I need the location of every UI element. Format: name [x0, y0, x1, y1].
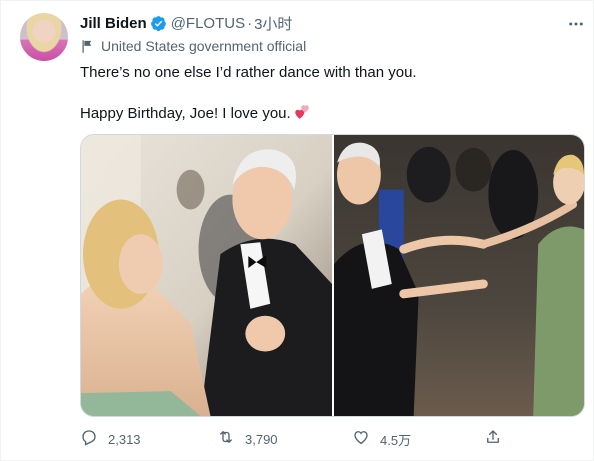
heart-icon [352, 428, 370, 451]
tweet-text-line: There’s no one else I’d rather dance wit… [80, 64, 417, 81]
share-icon [484, 428, 502, 451]
action-bar: 2,313 3,790 4.5万 [80, 427, 510, 451]
media-grid [80, 134, 585, 417]
photo-dancing-crowd[interactable] [334, 135, 584, 416]
like-count: 4.5万 [380, 432, 412, 448]
tweet-text: There’s no one else I’d rather dance wit… [80, 63, 570, 123]
photo-dancing-couple[interactable] [81, 135, 332, 416]
author-display-name[interactable]: Jill Biden [80, 15, 147, 32]
share-button[interactable] [484, 427, 502, 451]
reply-count: 2,313 [108, 431, 141, 447]
affiliation-text: United States government official [101, 38, 307, 54]
more-options-icon[interactable] [567, 15, 585, 33]
avatar[interactable] [20, 13, 68, 61]
tweet-text-line-with-emoji: Happy Birthday, Joe! I love you. [80, 103, 570, 123]
like-button[interactable]: 4.5万 [352, 427, 411, 451]
retweet-count: 3,790 [245, 431, 278, 447]
reply-button[interactable]: 2,313 [80, 427, 141, 451]
tweet-timestamp[interactable]: 3小时 [254, 13, 292, 34]
verified-badge-icon [150, 15, 167, 32]
author-handle[interactable]: @FLOTUS [171, 15, 245, 32]
retweet-icon [217, 428, 235, 451]
tweet-card[interactable]: Jill Biden @FLOTUS · 3小时 United States g… [0, 0, 594, 461]
tweet-text-line: Happy Birthday, Joe! I love you. [80, 105, 291, 122]
two-hearts-icon [293, 103, 311, 121]
affiliation-label: United States government official [80, 37, 306, 55]
tweet-text-line [80, 83, 570, 103]
reply-icon [80, 428, 98, 451]
retweet-button[interactable]: 3,790 [217, 427, 278, 451]
separator-dot: · [247, 14, 253, 32]
flag-icon [80, 39, 95, 54]
tweet-header: Jill Biden @FLOTUS · 3小时 [80, 13, 292, 33]
